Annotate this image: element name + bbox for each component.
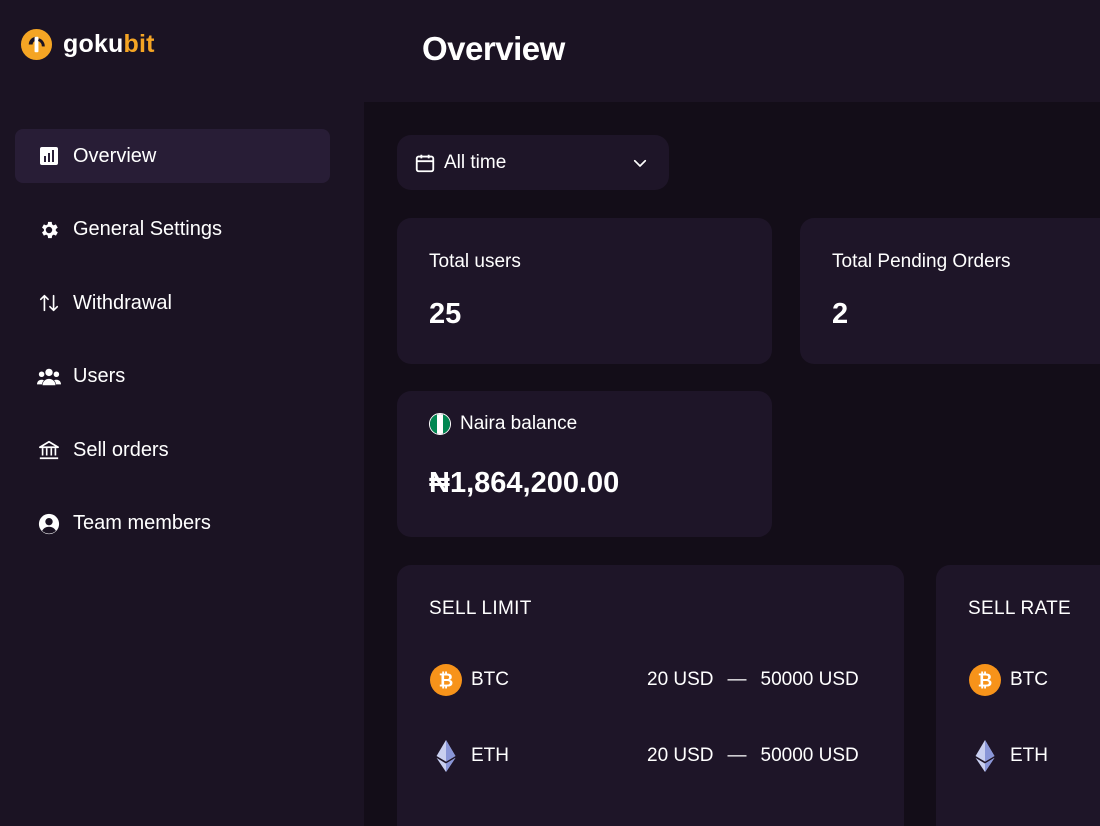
sidebar-item-label: General Settings <box>73 218 222 241</box>
sell-limit-range-btc: 20 USD — 50000 USD <box>647 663 859 697</box>
range-separator: — <box>727 669 747 690</box>
page-title: Overview <box>422 30 565 67</box>
range-separator: — <box>727 745 747 766</box>
ethereum-icon <box>429 739 463 773</box>
brand-name-part2: bit <box>123 30 155 58</box>
users-icon <box>37 365 61 389</box>
sell-rate-panel: SELL RATE ₿ BTC ETH <box>936 565 1100 826</box>
sell-limit-row-btc: ₿ BTC <box>429 663 509 697</box>
range-min: 20 USD <box>647 669 714 690</box>
gear-icon <box>37 218 61 242</box>
total-users-card: Total users 25 <box>397 218 772 364</box>
sidebar-item-team-members[interactable]: Team members <box>15 497 330 551</box>
svg-text:₿: ₿ <box>978 671 993 691</box>
panel-title: SELL RATE <box>968 598 1072 619</box>
naira-balance-card: Naira balance ₦1,864,200.00 <box>397 391 772 537</box>
range-max: 50000 USD <box>760 745 859 766</box>
brand-name: gokubit <box>63 30 155 59</box>
svg-text:₿: ₿ <box>439 671 454 691</box>
sell-limit-range-eth: 20 USD — 50000 USD <box>647 739 859 773</box>
stat-value: 2 <box>832 298 849 330</box>
stat-label: Naira balance <box>460 413 578 434</box>
coin-name: BTC <box>471 669 509 690</box>
bank-icon <box>37 438 61 462</box>
sidebar-item-label: Users <box>73 365 126 388</box>
naira-balance-label-row: Naira balance <box>429 413 577 435</box>
pending-orders-card: Total Pending Orders 2 <box>800 218 1100 364</box>
nigeria-flag-icon <box>429 413 451 435</box>
stat-value: ₦1,864,200.00 <box>429 467 620 499</box>
logo[interactable]: gokubit <box>20 28 155 61</box>
stat-value: 25 <box>429 298 462 330</box>
sidebar-item-label: Team members <box>73 512 211 535</box>
chevron-down-icon <box>631 154 649 172</box>
sell-rate-row-btc: ₿ BTC <box>968 663 1048 697</box>
range-max: 50000 USD <box>760 669 859 690</box>
sidebar-item-label: Withdrawal <box>73 291 172 314</box>
sidebar-item-sell-orders[interactable]: Sell orders <box>15 423 330 477</box>
stat-label: Total users <box>429 251 521 272</box>
gokubit-logo-icon <box>20 28 53 61</box>
sidebar-item-users[interactable]: Users <box>15 350 330 404</box>
swap-arrows-icon <box>37 291 61 315</box>
sidebar: gokubit Overview General Settings Withdr… <box>0 0 364 826</box>
sell-limit-row-eth: ETH <box>429 739 509 773</box>
bar-chart-icon <box>37 144 61 168</box>
user-circle-icon <box>37 512 61 536</box>
calendar-icon <box>414 152 436 174</box>
coin-name: BTC <box>1010 669 1048 690</box>
sidebar-item-general-settings[interactable]: General Settings <box>15 203 330 257</box>
bitcoin-icon: ₿ <box>429 663 463 697</box>
sidebar-item-label: Sell orders <box>73 438 169 461</box>
sell-rate-row-eth: ETH <box>968 739 1048 773</box>
coin-name: ETH <box>1010 745 1048 766</box>
stat-label: Total Pending Orders <box>832 251 1011 272</box>
panel-title: SELL LIMIT <box>429 598 532 619</box>
ethereum-icon <box>968 739 1002 773</box>
sidebar-item-label: Overview <box>73 144 157 167</box>
sidebar-item-withdrawal[interactable]: Withdrawal <box>15 276 330 330</box>
time-filter-dropdown[interactable]: All time <box>397 135 669 190</box>
time-filter-value: All time <box>444 151 507 173</box>
range-min: 20 USD <box>647 745 714 766</box>
main-content: All time Total users 25 Total Pending Or… <box>364 102 1100 826</box>
sidebar-item-overview[interactable]: Overview <box>15 129 330 183</box>
coin-name: ETH <box>471 745 509 766</box>
sell-limit-panel: SELL LIMIT ₿ BTC 20 USD — 50000 USD ETH … <box>397 565 904 826</box>
sidebar-nav: Overview General Settings Withdrawal Use… <box>15 129 330 571</box>
bitcoin-icon: ₿ <box>968 663 1002 697</box>
brand-name-part1: goku <box>63 30 124 58</box>
